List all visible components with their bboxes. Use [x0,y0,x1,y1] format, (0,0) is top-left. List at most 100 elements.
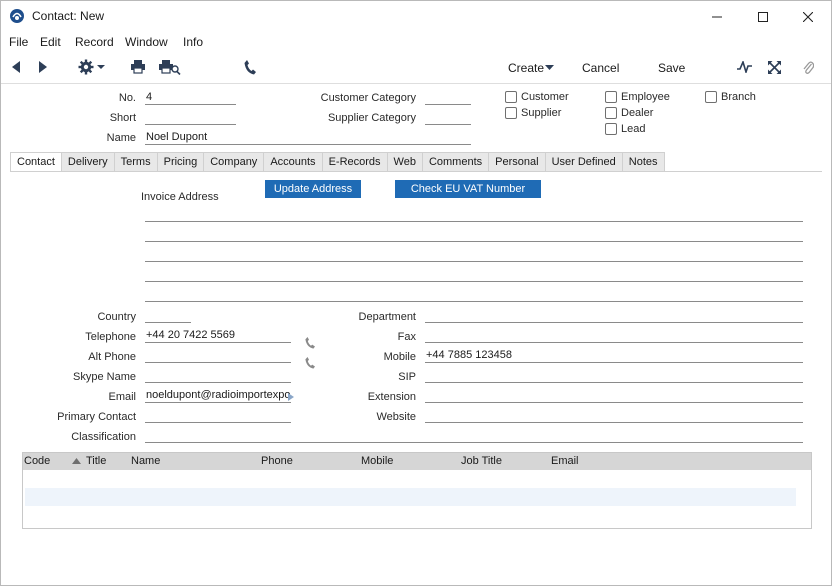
arrow-right-icon [39,61,47,73]
contact-persons-list[interactable]: Code Title Name Phone Mobile Job Title E… [22,452,812,529]
check-eu-vat-button[interactable]: Check EU VAT Number [395,180,541,198]
branch-checkbox[interactable]: Branch [705,91,756,103]
create-button[interactable]: Create [508,61,544,75]
extension-field[interactable] [425,389,803,403]
toolbar: Create Cancel Save [1,53,831,83]
checkbox-box[interactable] [605,123,617,135]
checkbox-box[interactable] [705,91,717,103]
maximize-icon [758,11,768,22]
menu-record[interactable]: Record [75,35,114,49]
list-header: Code Title Name Phone Mobile Job Title E… [23,453,811,470]
list-item[interactable] [25,488,796,506]
printer-icon [131,60,145,74]
next-record-button[interactable] [37,60,49,74]
invoice-address-line-3[interactable] [145,248,803,262]
minimize-button[interactable] [694,1,740,32]
website-field[interactable] [425,409,803,423]
supplier-checkbox-label: Supplier [521,107,562,119]
column-name[interactable]: Name [131,455,160,467]
save-button[interactable]: Save [658,61,685,75]
checkbox-box[interactable] [605,91,617,103]
menu-info[interactable]: Info [183,35,203,49]
email-arrow-icon[interactable] [288,393,294,401]
email-field[interactable]: noeldupont@radioimportexpo [145,389,291,403]
tab-notes[interactable]: Notes [622,152,665,172]
invoice-address-line-2[interactable] [145,228,803,242]
employee-checkbox[interactable]: Employee [605,91,670,103]
customer-checkbox-label: Customer [521,91,569,103]
call-button[interactable] [243,59,257,75]
tab-user-defined[interactable]: User Defined [545,152,623,172]
column-code[interactable]: Code [24,455,50,467]
arrow-left-icon [12,61,20,73]
alt-phone-field[interactable] [145,349,291,363]
mobile-field[interactable]: +44 7885 123458 [425,349,803,363]
lead-checkbox[interactable]: Lead [605,123,645,135]
primary-contact-field[interactable] [145,409,291,423]
expand-arrows-icon [767,60,781,74]
checkbox-box[interactable] [505,91,517,103]
column-mobile[interactable]: Mobile [361,455,393,467]
short-field[interactable] [145,111,236,125]
tab-personal[interactable]: Personal [489,152,546,172]
invoice-address-line-1[interactable] [145,208,803,222]
name-field[interactable]: Noel Dupont [145,131,471,145]
invoice-address-line-5[interactable] [145,288,803,302]
previous-record-button[interactable] [10,60,22,74]
classification-field[interactable] [145,429,803,443]
tab-comments[interactable]: Comments [422,152,490,172]
classification-label: Classification [71,431,136,443]
telephone-label: Telephone [85,331,136,343]
activity-pulse-icon [736,61,752,73]
tab-terms[interactable]: Terms [114,152,158,172]
tab-delivery[interactable]: Delivery [61,152,115,172]
tab-accounts[interactable]: Accounts [264,152,323,172]
column-job-title[interactable]: Job Title [461,455,502,467]
menu-window[interactable]: Window [125,35,168,49]
column-email[interactable]: Email [551,455,579,467]
update-address-button[interactable]: Update Address [265,180,361,198]
tab-web[interactable]: Web [387,152,423,172]
tab-baseline [10,171,822,172]
column-title[interactable]: Title [86,455,106,467]
fax-label: Fax [397,331,416,343]
skype-name-field[interactable] [145,369,291,383]
customer-checkbox[interactable]: Customer [505,91,569,103]
invoice-address-label: Invoice Address [141,191,219,203]
activity-button[interactable] [736,60,752,74]
customer-category-field[interactable] [425,91,471,105]
expand-button[interactable] [767,60,781,74]
tab-contact[interactable]: Contact [10,152,62,172]
department-field[interactable] [425,309,803,323]
sip-field[interactable] [425,369,803,383]
supplier-checkbox[interactable]: Supplier [505,107,561,119]
menu-edit[interactable]: Edit [40,35,61,49]
menu-bar: File Edit Record Window Info [1,32,831,52]
checkbox-box[interactable] [605,107,617,119]
invoice-address-line-4[interactable] [145,268,803,282]
maximize-button[interactable] [740,1,786,32]
no-field[interactable]: 4 [145,91,236,105]
sort-ascending-icon[interactable] [72,458,81,464]
telephone-field[interactable]: +44 20 7422 5569 [145,329,291,343]
checkbox-box[interactable] [505,107,517,119]
country-field[interactable] [145,309,191,323]
dealer-checkbox[interactable]: Dealer [605,107,653,119]
column-phone[interactable]: Phone [261,455,293,467]
branch-checkbox-label: Branch [721,91,756,103]
tab-pricing[interactable]: Pricing [157,152,205,172]
print-button[interactable] [130,59,146,75]
no-label: No. [118,92,136,104]
tab-e-records[interactable]: E-Records [322,152,388,172]
attachments-button[interactable] [801,59,815,75]
short-label: Short [109,112,136,124]
minimize-icon [712,16,722,17]
close-button[interactable] [785,1,831,32]
cancel-button[interactable]: Cancel [582,61,619,75]
menu-file[interactable]: File [9,35,28,49]
print-preview-button[interactable] [158,59,182,75]
operations-menu-button[interactable] [75,58,107,76]
fax-field[interactable] [425,329,803,343]
tab-company[interactable]: Company [204,152,265,172]
supplier-category-field[interactable] [425,111,471,125]
